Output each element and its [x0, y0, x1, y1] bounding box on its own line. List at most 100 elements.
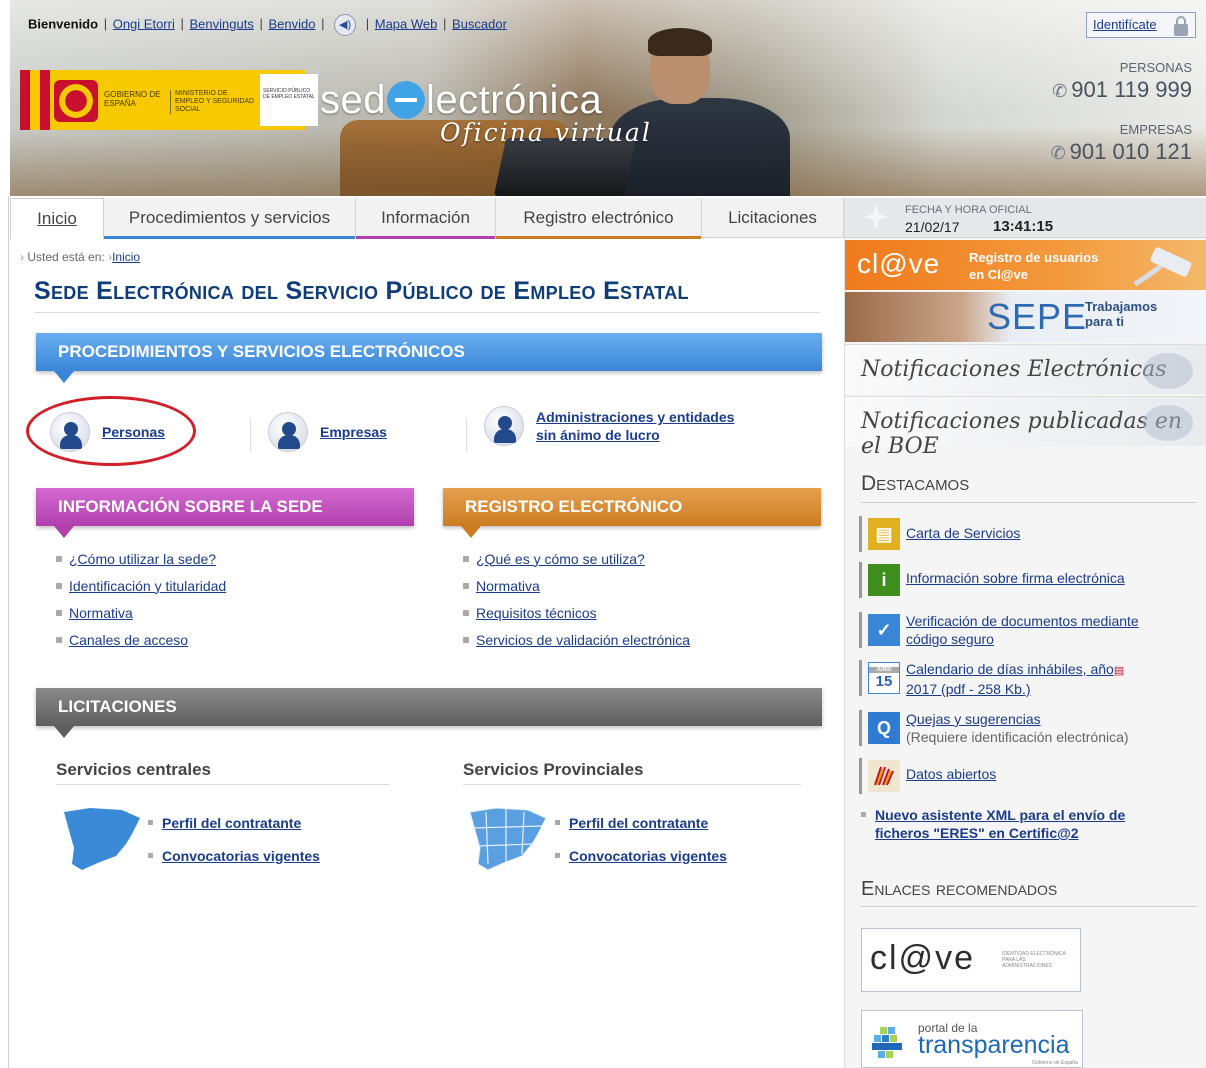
administraciones-link-line1[interactable]: Administraciones y entidades	[536, 409, 734, 425]
verificacion-link-line1[interactable]: Verificación de documentos mediante	[906, 613, 1139, 629]
normativa-registro-link[interactable]: Normativa	[476, 578, 540, 594]
notificaciones-boe-banner[interactable]: Notificaciones publicadas en el BOE	[845, 396, 1206, 459]
registro-heading-text: REGISTRO ELECTRÓNICO	[465, 497, 683, 516]
perfil-contratante-prov-link[interactable]: Perfil del contratante	[569, 815, 708, 831]
notificaciones-electronicas-banner[interactable]: Notificaciones Electrónicas	[845, 344, 1206, 394]
notificaciones-boe-text: Notificaciones publicadas en el BOE	[861, 409, 1183, 459]
firma-electronica-item[interactable]: i Información sobre firma electrónica	[859, 562, 1125, 598]
logo-sepe-text: SERVICIO PÚBLICO DE EMPLEO ESTATAL	[260, 74, 318, 126]
phone-personas: PERSONAS ✆ 901 119 999	[1052, 60, 1192, 103]
clave-link-logo[interactable]: cl@ve IDENTIDAD ELECTRÓNICA PARA LAS ADM…	[861, 928, 1081, 992]
heading-notch	[461, 526, 481, 538]
convocatorias-prov-link[interactable]: Convocatorias vigentes	[569, 848, 727, 864]
calendario-item[interactable]: JUNIO 15 Calendario de días inhábiles, a…	[859, 660, 1124, 698]
list-item: Canales de acceso	[56, 626, 226, 653]
clock-icon	[863, 204, 889, 230]
highlight-circle	[26, 396, 196, 466]
clave-banner-line1: Registro de usuarios	[969, 250, 1099, 265]
servicios-provinciales-title: Servicios Provinciales	[463, 760, 644, 779]
licitaciones-heading-text: LICITACIONES	[58, 697, 177, 716]
tab-informacion[interactable]: Información	[356, 198, 496, 239]
mosaic-icon	[872, 1027, 902, 1058]
lang-bienvenido[interactable]: Bienvenido	[28, 16, 98, 31]
lang-euskera[interactable]: Ongi Etorri	[113, 16, 175, 31]
calendario-link-line2[interactable]: 2017 (pdf - 258 Kb.)	[906, 681, 1031, 697]
phone-icon: ✆	[1052, 81, 1068, 101]
clave-link-word: cl@ve	[870, 939, 975, 977]
coat-of-arms-icon	[54, 80, 98, 122]
transparencia-link-logo[interactable]: portal de la transparencia Gobierno de E…	[861, 1010, 1083, 1068]
tab-inicio-label: Inicio	[37, 209, 77, 228]
empresas-link[interactable]: Empresas	[320, 424, 387, 440]
mapa-web-link[interactable]: Mapa Web	[375, 16, 438, 31]
destacamos-heading: Destacamos	[861, 472, 970, 495]
validacion-link[interactable]: Servicios de validación electrónica	[476, 632, 690, 648]
spain-provinces-map-icon	[469, 807, 547, 871]
nuevo-asistente-link-line2[interactable]: ficheros "ERES" en Certific@2	[875, 825, 1079, 841]
datos-abiertos-item[interactable]: Datos abiertos	[859, 758, 996, 794]
centrales-links: Perfil del contratante Convocatorias vig…	[148, 806, 320, 872]
speaker-icon[interactable]: ◀)	[334, 14, 357, 36]
tab-procedimientos-label: Procedimientos y servicios	[128, 208, 331, 227]
canales-link[interactable]: Canales de acceso	[69, 632, 188, 648]
checkmark-icon: ✓	[868, 614, 900, 646]
carta-servicios-item[interactable]: ▤ Carta de Servicios	[859, 516, 1020, 552]
sepe-trabajamos-banner[interactable]: SEPE Trabajamos para ti	[845, 292, 1206, 342]
divider	[861, 502, 1197, 503]
firma-electronica-link[interactable]: Información sobre firma electrónica	[906, 570, 1125, 586]
identificacion-link[interactable]: Identificación y titularidad	[69, 578, 226, 594]
gobierno-logo[interactable]: GOBIERNO DE ESPAÑA MINISTERIO DE EMPLEO …	[20, 70, 318, 130]
carta-servicios-link[interactable]: Carta de Servicios	[906, 525, 1020, 541]
perfil-contratante-central-link[interactable]: Perfil del contratante	[162, 815, 301, 831]
spain-map-icon	[64, 808, 140, 870]
identificate-button[interactable]: Identifícate	[1086, 12, 1196, 38]
sede-electronica-logo[interactable]: sed lectrónica	[320, 78, 602, 123]
tab-registro[interactable]: Registro electrónico	[496, 198, 702, 239]
page-title: Sede Electrónica del Servicio Público de…	[34, 277, 689, 305]
requisitos-link[interactable]: Requisitos técnicos	[476, 605, 597, 621]
breadcrumb-inicio-link[interactable]: Inicio	[112, 250, 140, 264]
administraciones-item[interactable]: Administraciones y entidades sin ánimo d…	[484, 406, 734, 446]
tab-inicio[interactable]: Inicio	[10, 198, 104, 239]
notificaciones-text: Notificaciones Electrónicas	[861, 357, 1167, 382]
divider	[34, 312, 820, 313]
administraciones-link-line2[interactable]: sin ánimo de lucro	[536, 427, 660, 443]
tab-licitaciones-label: Licitaciones	[728, 208, 817, 227]
buscador-link[interactable]: Buscador	[452, 16, 507, 31]
nuevo-asistente-link-line1[interactable]: Nuevo asistente XML para el envío de	[875, 807, 1125, 823]
que-es-link[interactable]: ¿Qué es y cómo se utiliza?	[476, 551, 645, 567]
quejas-item[interactable]: Q Quejas y sugerencias (Requiere identifi…	[859, 710, 1129, 746]
verificacion-link-line2[interactable]: código seguro	[906, 631, 994, 647]
lock-icon	[1174, 16, 1188, 36]
tab-procedimientos[interactable]: Procedimientos y servicios	[104, 198, 356, 239]
registro-list: ¿Qué es y cómo se utiliza? Normativa Req…	[463, 545, 690, 653]
list-item: Normativa	[56, 599, 226, 626]
tab-licitaciones[interactable]: Licitaciones	[702, 198, 844, 238]
tab-accent	[104, 236, 355, 239]
heading-notch	[54, 726, 74, 738]
como-utilizar-link[interactable]: ¿Cómo utilizar la sede?	[69, 551, 216, 567]
usb-cable-icon	[1133, 247, 1192, 287]
convocatorias-central-link[interactable]: Convocatorias vigentes	[162, 848, 320, 864]
calendario-link-line1[interactable]: Calendario de días inhábiles, año	[906, 661, 1114, 677]
datetime-label: FECHA Y HORA OFICIAL	[905, 204, 1032, 216]
datos-abiertos-link[interactable]: Datos abiertos	[906, 766, 996, 782]
page-left-border	[8, 196, 9, 1068]
spain-flag-icon	[20, 70, 50, 130]
clave-registro-banner[interactable]: cl@ve Registro de usuarios en Cl@ve	[845, 240, 1206, 290]
lang-catala[interactable]: Benvinguts	[190, 16, 254, 31]
heading-notch	[54, 371, 74, 383]
verificacion-item[interactable]: ✓ Verificación de documentos mediante cód…	[859, 612, 1139, 648]
business-user-icon	[268, 412, 308, 452]
empresas-item[interactable]: Empresas	[268, 412, 387, 452]
lang-galego[interactable]: Benvido	[268, 16, 315, 31]
quejas-link[interactable]: Quejas y sugerencias	[906, 711, 1041, 727]
header-photo-person	[493, 20, 820, 196]
nuevo-asistente-item[interactable]: Nuevo asistente XML para el envío de fich…	[861, 806, 1125, 842]
document-icon: ▤	[868, 518, 900, 550]
procedimientos-heading-text: PROCEDIMIENTOS Y SERVICIOS ELECTRÓNICOS	[58, 342, 465, 361]
phone-icon: ✆	[1050, 143, 1066, 163]
normativa-info-link[interactable]: Normativa	[69, 605, 133, 621]
quejas-note: (Requiere identificación electrónica)	[906, 729, 1129, 745]
at-sign-icon	[1143, 353, 1193, 389]
